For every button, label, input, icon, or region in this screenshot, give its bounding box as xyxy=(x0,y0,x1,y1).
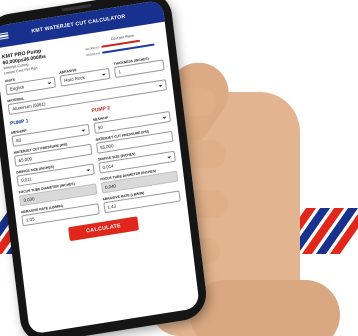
chevron-down-icon xyxy=(158,84,163,88)
chevron-down-icon xyxy=(47,81,52,85)
chevron-down-icon xyxy=(162,116,167,119)
smartphone: KMT WATERJET CUT CALCULATOR KMT PRO Pump… xyxy=(0,0,209,336)
pump-description: KMT PRO Pump 60,000psi/6.000lbs Waterjet… xyxy=(2,48,48,76)
chevron-down-icon xyxy=(101,73,106,76)
hand-wrist xyxy=(190,280,340,336)
chevron-down-icon xyxy=(85,168,90,172)
app-screen: KMT WATERJET CUT CALCULATOR KMT PRO Pump… xyxy=(0,0,200,335)
phone-notch xyxy=(61,3,92,12)
chevron-down-icon xyxy=(167,155,172,159)
thickness-value: 1 xyxy=(118,69,122,75)
units-value: English xyxy=(9,84,25,92)
cost-bar-label: 90,000 psi xyxy=(86,51,101,58)
abrasive-value: Hard Rock xyxy=(63,75,86,84)
calculate-button[interactable]: CALCULATE xyxy=(68,216,140,242)
calculator-content: KMT PRO Pump 60,000psi/6.000lbs Waterjet… xyxy=(0,22,190,254)
chevron-down-icon xyxy=(80,129,86,132)
